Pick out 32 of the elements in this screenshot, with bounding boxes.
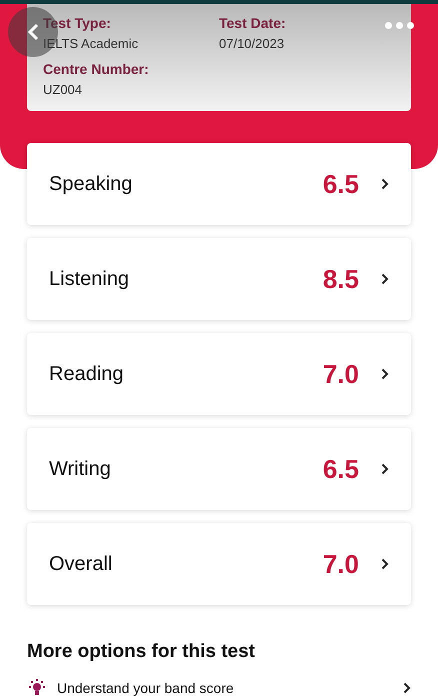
option-item[interactable]: Understand your band score xyxy=(27,679,411,697)
field-value: 07/10/2023 xyxy=(219,36,286,51)
field-label: Test Date: xyxy=(219,15,287,31)
field-label: Centre Number: xyxy=(43,61,150,77)
chevron-right-icon xyxy=(381,558,389,570)
skill-name: Writing xyxy=(49,458,112,480)
score-card[interactable]: Listening 8.5 xyxy=(27,238,411,320)
chevron-right-icon xyxy=(381,273,389,285)
score-card[interactable]: Writing 6.5 xyxy=(27,428,411,510)
back-icon xyxy=(27,23,39,41)
section-title: More options for this test xyxy=(27,641,256,663)
field-value: UZ004 xyxy=(43,82,84,97)
score-card[interactable]: Overall 7.0 xyxy=(27,523,411,605)
score-card[interactable]: Reading 7.0 xyxy=(27,333,411,415)
band-score: 8.5 xyxy=(322,264,359,294)
chevron-right-icon xyxy=(381,463,389,475)
skill-name: Reading xyxy=(49,362,125,386)
band-score: 6.5 xyxy=(322,168,359,200)
skill-name: Speaking xyxy=(49,172,134,196)
field-label: Test Type: xyxy=(43,15,112,31)
band-score: 6.5 xyxy=(322,454,359,484)
lightbulb-icon xyxy=(29,679,45,697)
band-score: 7.0 xyxy=(322,358,359,390)
chevron-right-icon xyxy=(403,682,411,694)
chevron-right-icon xyxy=(381,178,389,190)
field-value: IELTS Academic xyxy=(43,36,140,51)
more-button[interactable] xyxy=(385,22,414,29)
skill-name: Listening xyxy=(49,268,130,290)
chevron-right-icon xyxy=(381,368,389,380)
band-score: 7.0 xyxy=(322,548,359,580)
skill-name: Overall xyxy=(49,552,114,576)
score-card[interactable]: Speaking 6.5 xyxy=(27,143,411,225)
